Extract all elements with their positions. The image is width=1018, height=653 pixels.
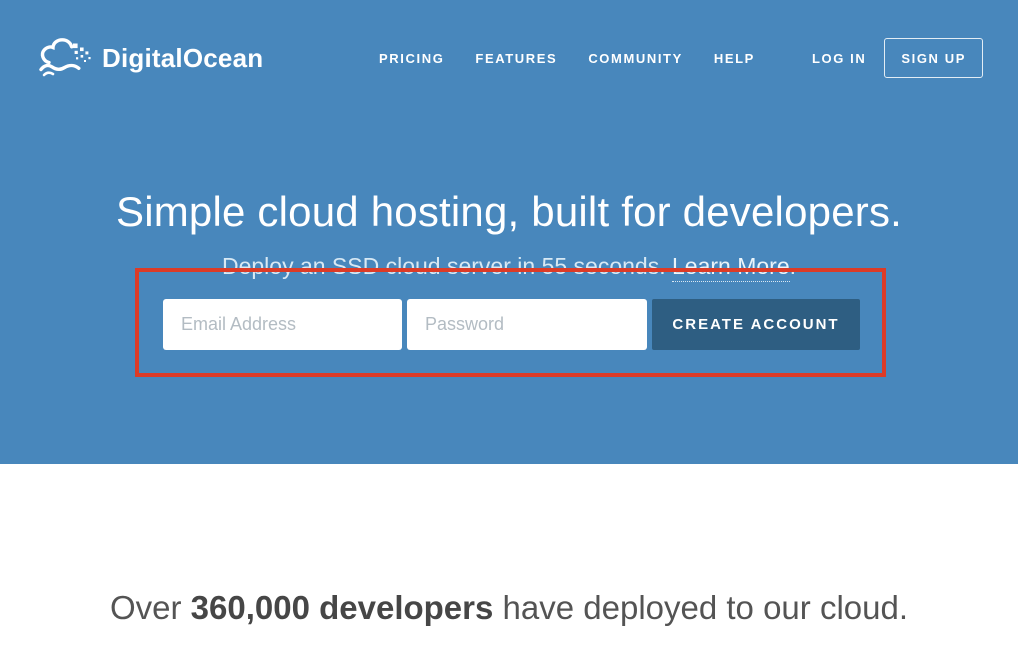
- hero-title: Simple cloud hosting, built for develope…: [0, 188, 1018, 236]
- digitalocean-cloud-icon: [38, 38, 92, 78]
- stats-suffix: have deployed to our cloud.: [493, 589, 908, 626]
- hero-subtitle-text: Deploy an SSD cloud server in 55 seconds…: [222, 253, 672, 279]
- hero-subtitle-period: .: [790, 253, 796, 279]
- learn-more-link[interactable]: Learn More: [672, 253, 790, 282]
- stats-section: Over 360,000 developers have deployed to…: [0, 464, 1018, 653]
- digitalocean-logo[interactable]: DigitalOcean: [38, 38, 263, 78]
- nav-item-pricing[interactable]: PRICING: [379, 51, 444, 66]
- nav-item-features[interactable]: FEATURES: [475, 51, 557, 66]
- login-link[interactable]: LOG IN: [812, 51, 866, 66]
- signup-button[interactable]: SIGN UP: [884, 38, 983, 78]
- stats-highlight: 360,000 developers: [191, 589, 494, 626]
- hero-section: DigitalOcean PRICING FEATURES COMMUNITY …: [0, 0, 1018, 464]
- email-field[interactable]: [163, 299, 402, 350]
- nav-item-help[interactable]: HELP: [714, 51, 755, 66]
- nav-item-community[interactable]: COMMUNITY: [588, 51, 683, 66]
- top-navigation-bar: DigitalOcean PRICING FEATURES COMMUNITY …: [38, 36, 983, 80]
- hero-subtitle: Deploy an SSD cloud server in 55 seconds…: [0, 253, 1018, 280]
- signup-form: CREATE ACCOUNT: [163, 299, 860, 350]
- page: DigitalOcean PRICING FEATURES COMMUNITY …: [0, 0, 1018, 653]
- stats-line: Over 360,000 developers have deployed to…: [0, 589, 1018, 627]
- password-field[interactable]: [407, 299, 647, 350]
- create-account-button[interactable]: CREATE ACCOUNT: [652, 299, 860, 350]
- stats-prefix: Over: [110, 589, 191, 626]
- main-nav: PRICING FEATURES COMMUNITY HELP LOG IN S…: [379, 38, 983, 78]
- brand-name: DigitalOcean: [102, 43, 263, 74]
